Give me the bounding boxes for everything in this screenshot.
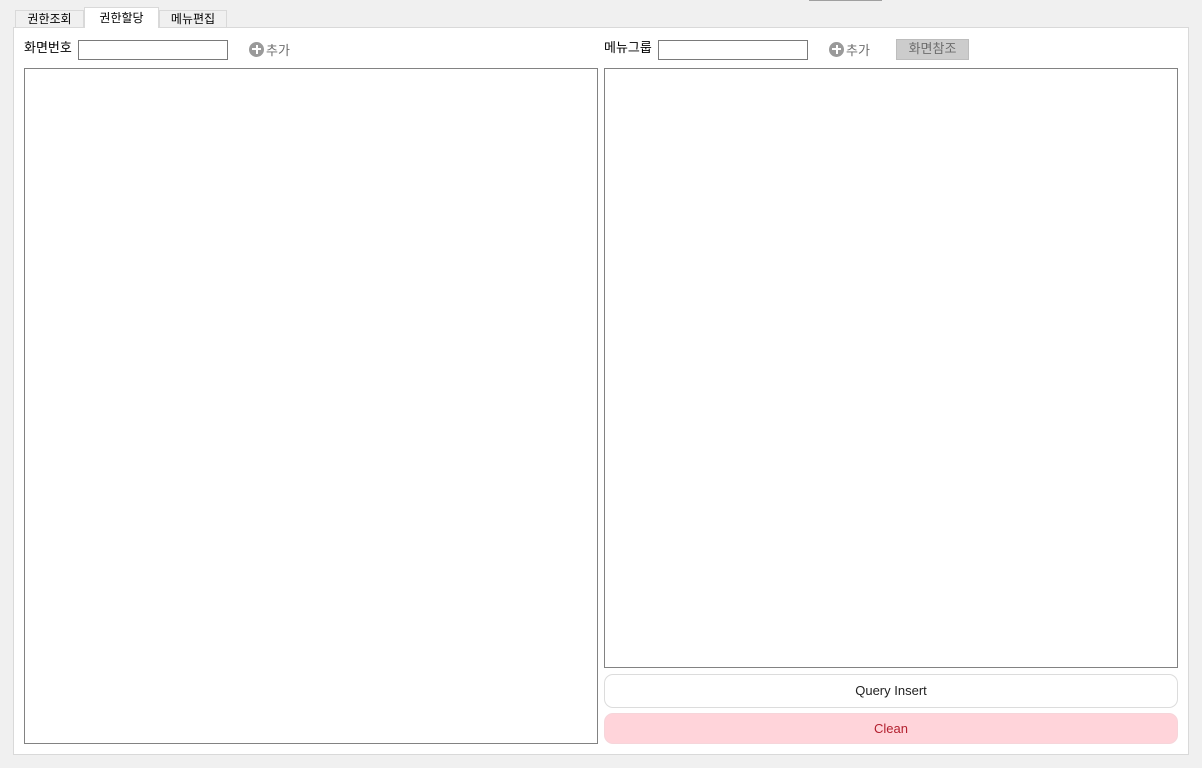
tab-menu-edit[interactable]: 메뉴편집 xyxy=(159,10,227,28)
screen-number-input[interactable] xyxy=(78,40,228,60)
top-edge-divider xyxy=(809,0,882,1)
add-screen-button[interactable]: 추가 xyxy=(249,40,290,59)
query-insert-button[interactable]: Query Insert xyxy=(604,674,1178,708)
screen-reference-button[interactable]: 화면참조 xyxy=(896,39,969,60)
menu-group-input[interactable] xyxy=(658,40,808,60)
add-menu-group-label: 추가 xyxy=(846,43,870,59)
tab-permission-assign[interactable]: 권한할당 xyxy=(84,7,159,28)
screen-number-label: 화면번호 xyxy=(24,41,72,56)
tab-permission-inquiry[interactable]: 권한조회 xyxy=(15,10,84,28)
add-menu-group-button[interactable]: 추가 xyxy=(829,40,870,59)
menu-group-list-panel[interactable] xyxy=(604,68,1178,668)
app-window: 권한조회 권한할당 메뉴편집 화면번호 추가 메뉴그룹 추가 화면참조 Quer… xyxy=(0,0,1202,768)
plus-circle-icon xyxy=(249,41,264,57)
screen-list-panel[interactable] xyxy=(24,68,598,744)
add-screen-label: 추가 xyxy=(266,43,290,59)
clean-button[interactable]: Clean xyxy=(604,713,1178,744)
menu-group-label: 메뉴그룹 xyxy=(604,41,652,56)
plus-circle-icon xyxy=(829,41,844,57)
